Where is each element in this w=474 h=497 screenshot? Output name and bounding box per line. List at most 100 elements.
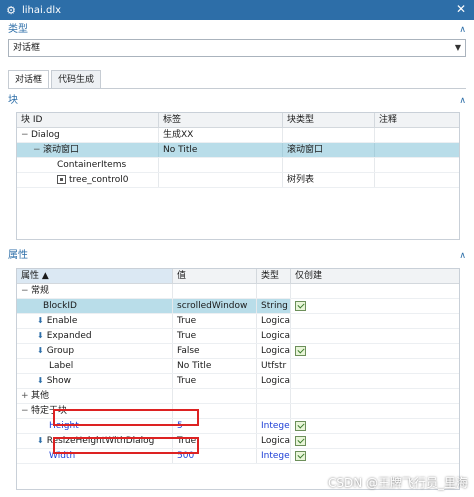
block-id: ContainerItems [57, 160, 127, 170]
block-note [375, 128, 459, 142]
property-type: String [257, 299, 291, 313]
tab-bar: 对话框 代码生成 [8, 70, 103, 88]
collapse-chevron-icon[interactable]: ∧ [459, 22, 466, 38]
property-type: Integer [257, 419, 291, 433]
arrow-down-icon: ⬇ [37, 376, 44, 385]
block-id: Dialog [31, 130, 60, 140]
block-note [375, 173, 459, 187]
property-type: Logical [257, 344, 291, 358]
dropdown-arrow-icon[interactable]: ▼ [455, 40, 461, 56]
table-row[interactable]: ContainerItems [17, 158, 459, 173]
block-label: 生成XX [159, 128, 283, 142]
collapse-icon[interactable]: − [33, 143, 43, 157]
property-value[interactable]: True [173, 329, 257, 343]
create-only-check-icon [295, 300, 306, 311]
property-group-name: 常规 [31, 286, 50, 296]
property-value[interactable]: True [173, 374, 257, 388]
block-id: 滚动窗口 [43, 145, 80, 155]
property-table[interactable]: 属性 ▲ 值 类型 仅创建 − 常规 BlockID scrolledWindow… [16, 268, 460, 490]
column-header-block-type[interactable]: 块类型 [283, 113, 375, 127]
window-title: lihai.dlx [22, 4, 62, 16]
block-note [375, 158, 459, 172]
property-name: Group [46, 346, 75, 356]
table-row[interactable]: Label No Title Utfstr [17, 359, 459, 374]
block-label [159, 158, 283, 172]
table-row[interactable]: ⬇ Enable True Logical [17, 314, 459, 329]
property-value[interactable]: scrolledWindow [173, 299, 257, 313]
property-name: Label [49, 361, 74, 371]
highlight-box-height [53, 409, 199, 426]
arrow-down-icon: ⬇ [37, 331, 44, 340]
create-only-check-icon [295, 420, 306, 431]
block-id: tree_control0 [69, 175, 129, 185]
block-label [159, 173, 283, 187]
table-row[interactable]: tree_control0 树列表 [17, 173, 459, 188]
tree-control-icon [57, 175, 66, 184]
close-icon[interactable]: ✕ [454, 2, 468, 16]
block-note [375, 143, 459, 157]
type-section-header[interactable]: 类型 ∧ [0, 22, 474, 38]
property-name: BlockID [43, 301, 77, 311]
table-row[interactable]: + 其他 [17, 389, 459, 404]
table-row[interactable]: ⬇ Expanded True Logical [17, 329, 459, 344]
block-type [283, 128, 375, 142]
column-header-create-only[interactable]: 仅创建 [291, 269, 459, 283]
property-name: Show [46, 376, 71, 386]
block-tree-table[interactable]: 块 ID 标签 块类型 注释 − Dialog 生成XX − 滚动窗口 No Tit… [16, 112, 460, 240]
property-name: Enable [46, 316, 78, 326]
property-type: Logical [257, 374, 291, 388]
property-type: Logical [257, 434, 291, 448]
create-only-check-icon [295, 450, 306, 461]
collapse-icon[interactable]: − [21, 284, 31, 298]
type-section-title: 类型 [8, 24, 28, 35]
gear-icon[interactable]: ⚙ [4, 3, 18, 17]
block-type [283, 158, 375, 172]
column-header-block-id[interactable]: 块 ID [17, 113, 159, 127]
column-header-type[interactable]: 类型 [257, 269, 291, 283]
collapse-chevron-icon[interactable]: ∧ [459, 248, 466, 264]
table-row[interactable]: ⬇ Group False Logical [17, 344, 459, 359]
collapse-chevron-icon[interactable]: ∧ [459, 93, 466, 109]
table-row[interactable]: − 常规 [17, 284, 459, 299]
column-header-property[interactable]: 属性 ▲ [17, 269, 173, 283]
table-row[interactable]: BlockID scrolledWindow String [17, 299, 459, 314]
table-row[interactable]: ⬇ Show True Logical [17, 374, 459, 389]
tab-divider [8, 88, 466, 89]
property-value[interactable]: False [173, 344, 257, 358]
table-row[interactable]: − Dialog 生成XX [17, 128, 459, 143]
property-value[interactable]: No Title [173, 359, 257, 373]
column-header-label[interactable]: 标签 [159, 113, 283, 127]
tab-code-generation[interactable]: 代码生成 [51, 70, 102, 88]
type-select[interactable]: 对话框 ▼ [8, 39, 466, 57]
collapse-icon[interactable]: − [21, 404, 31, 418]
property-type: Logical [257, 314, 291, 328]
block-type: 树列表 [283, 173, 375, 187]
table-row[interactable]: − 滚动窗口 No Title 滚动窗口 [17, 143, 459, 158]
sort-ascending-icon[interactable]: ▲ [42, 271, 49, 281]
property-section-header[interactable]: 属性 ∧ [0, 248, 474, 264]
property-type: Utfstr [257, 359, 291, 373]
block-type: 滚动窗口 [283, 143, 375, 157]
expand-icon[interactable]: + [21, 389, 31, 403]
column-header-note[interactable]: 注释 [375, 113, 459, 127]
property-type: Logical [257, 329, 291, 343]
block-table-header: 块 ID 标签 块类型 注释 [17, 113, 459, 128]
property-table-header: 属性 ▲ 值 类型 仅创建 [17, 269, 459, 284]
column-header-value[interactable]: 值 [173, 269, 257, 283]
block-section-title: 块 [8, 95, 18, 106]
highlight-box-width [53, 437, 199, 454]
title-bar: ⚙ lihai.dlx ✕ [0, 0, 474, 20]
tab-dialog[interactable]: 对话框 [8, 70, 50, 88]
arrow-down-icon: ⬇ [37, 316, 44, 325]
property-value[interactable]: True [173, 314, 257, 328]
property-type: Integer [257, 449, 291, 463]
create-only-check-icon [295, 345, 306, 356]
block-section-header[interactable]: 块 ∧ [0, 93, 474, 109]
property-group-name: 其他 [31, 391, 50, 401]
property-section-title: 属性 [8, 250, 28, 261]
block-label: No Title [159, 143, 283, 157]
collapse-icon[interactable]: − [21, 128, 31, 142]
property-name: Expanded [46, 331, 92, 341]
watermark: CSDN @王牌飞行员_里海 [327, 476, 468, 490]
create-only-check-icon [295, 435, 306, 446]
